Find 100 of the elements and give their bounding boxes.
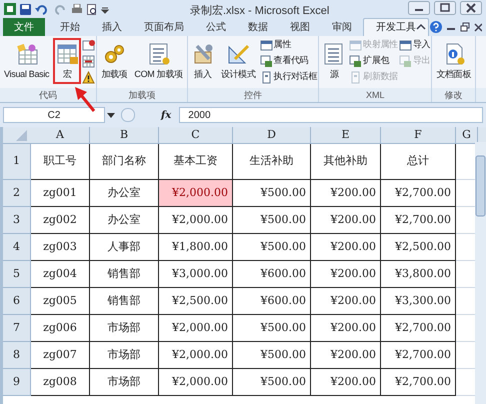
window-icon <box>260 38 273 52</box>
row-header[interactable]: 6 <box>3 288 31 315</box>
table-cell: ¥2,500.00 <box>381 234 456 261</box>
code-window-icon <box>260 54 273 68</box>
table-cell: ¥3,300.00 <box>381 288 456 315</box>
column-header[interactable]: E <box>311 127 381 143</box>
ribbon-button[interactable]: 加载项 <box>98 38 130 84</box>
printer-icon[interactable] <box>71 4 83 14</box>
row-header[interactable]: 9 <box>3 369 31 396</box>
code-window-icon <box>349 54 362 68</box>
button-label: 设计模式 <box>220 68 256 80</box>
list-document-icon <box>323 43 346 65</box>
table-cell: ¥2,000.00 <box>159 180 233 207</box>
formula-field[interactable]: 2000 <box>179 107 483 123</box>
close-icon[interactable] <box>474 22 482 32</box>
table-cell: zg004 <box>31 261 90 288</box>
save-icon[interactable] <box>20 4 31 14</box>
ribbon-button[interactable]: 插入 <box>188 38 217 84</box>
maximize-icon[interactable] <box>434 1 456 15</box>
ribbon-small-button[interactable]: 扩展包 <box>349 54 398 68</box>
name-box[interactable]: C2 <box>3 107 105 123</box>
dialog-icon <box>349 70 362 84</box>
window-title: 录制宏.xlsx - Microsoft Excel <box>190 4 330 19</box>
restore-icon[interactable] <box>460 22 470 32</box>
ribbon-small-button[interactable]: 查看代码 <box>260 54 318 68</box>
table-cell: 市场部 <box>90 315 159 342</box>
table-cell: ¥2,700.00 <box>381 342 456 369</box>
table-cell: ¥200.00 <box>311 369 381 396</box>
table-cell: zg003 <box>31 234 90 261</box>
window-icon <box>398 38 412 52</box>
excel-app-icon[interactable] <box>4 3 16 15</box>
ribbon-small-button[interactable]: 执行对话框 <box>260 70 318 84</box>
dropdown-arrow-icon[interactable] <box>107 111 115 119</box>
table-cell: zg001 <box>31 180 90 207</box>
table-cell: ¥500.00 <box>233 234 311 261</box>
table-cell: zg005 <box>31 288 90 315</box>
table-cell: ¥200.00 <box>311 342 381 369</box>
ribbon-tab[interactable]: 页面布局 <box>133 18 195 36</box>
table-cell: ¥2,700.00 <box>381 369 456 396</box>
table-cell: ¥3,800.00 <box>381 261 456 288</box>
close-icon[interactable] <box>460 1 482 15</box>
column-title: 总计 <box>381 144 456 180</box>
column-header[interactable]: B <box>90 127 159 143</box>
ribbon-tab[interactable]: 数据 <box>237 18 279 36</box>
group-label: XML <box>364 89 386 101</box>
print-preview-icon[interactable] <box>87 4 97 14</box>
column-title: 生活补助 <box>233 144 311 180</box>
table-cell: ¥2,000.00 <box>159 342 233 369</box>
table-cell: ¥200.00 <box>311 315 381 342</box>
column-title: 其他补助 <box>311 144 381 180</box>
column-header[interactable]: F <box>381 127 456 143</box>
table-cell: ¥2,700.00 <box>381 315 456 342</box>
table-cell: ¥2,000.00 <box>159 315 233 342</box>
row-header[interactable]: 3 <box>3 207 31 234</box>
ribbon-tab[interactable]: 视图 <box>279 18 321 36</box>
column-header[interactable]: D <box>233 127 311 143</box>
ribbon-button[interactable]: COM 加载项 <box>131 38 186 84</box>
ribbon-tab[interactable]: 公式 <box>195 18 237 36</box>
ribbon-button[interactable]: 宏 <box>53 38 82 84</box>
minimize-icon[interactable] <box>408 1 430 15</box>
collapse-ribbon-icon[interactable] <box>416 22 426 32</box>
button-label: Visual Basic <box>4 68 50 80</box>
table-cell: ¥3,000.00 <box>159 261 233 288</box>
table-cell: zg007 <box>31 342 90 369</box>
grid-icon[interactable] <box>82 55 96 68</box>
ribbon-tab[interactable]: 审阅 <box>321 18 363 36</box>
table-cell: 人事部 <box>90 234 159 261</box>
button-label: 宏 <box>62 68 72 80</box>
ribbon-tab[interactable]: 开发工具 <box>363 18 429 36</box>
ribbon-tab[interactable]: 开始 <box>49 18 91 36</box>
table-cell: ¥600.00 <box>233 288 311 315</box>
ribbon-button[interactable]: Visual Basic <box>1 38 52 84</box>
ribbon-button[interactable]: 源 <box>320 38 348 84</box>
insert-function-button[interactable]: fx <box>161 108 172 122</box>
file-tab[interactable]: 文件 <box>3 18 45 36</box>
table-cell: ¥200.00 <box>311 180 381 207</box>
table-cell: 办公室 <box>90 207 159 234</box>
ribbon-tab[interactable]: 插入 <box>91 18 133 36</box>
column-header[interactable]: A <box>31 127 90 143</box>
window-icon <box>349 38 362 52</box>
help-icon[interactable] <box>430 21 442 33</box>
row-header[interactable]: 4 <box>3 234 31 261</box>
table-cell: ¥600.00 <box>233 261 311 288</box>
group-label: 代码 <box>38 89 58 101</box>
row-header[interactable]: 5 <box>3 261 31 288</box>
column-header[interactable]: C <box>159 127 233 143</box>
button-label: 文档面板 <box>436 68 472 80</box>
warning-icon[interactable] <box>82 71 96 84</box>
table-icon <box>56 43 78 65</box>
ribbon-button[interactable]: 设计模式 <box>218 38 259 84</box>
row-header[interactable]: 1 <box>3 144 31 180</box>
row-header[interactable]: 2 <box>3 180 31 207</box>
row-header[interactable]: 8 <box>3 342 31 369</box>
undo-icon[interactable] <box>35 4 49 14</box>
vertical-scrollbar[interactable] <box>475 142 486 404</box>
row-header[interactable]: 7 <box>3 315 31 342</box>
ribbon-small-button[interactable]: 导入 <box>398 38 430 52</box>
ribbon-button[interactable]: 文档面板 <box>433 38 474 84</box>
record-icon[interactable] <box>82 39 96 52</box>
ribbon-small-button[interactable]: 属性 <box>260 38 318 52</box>
